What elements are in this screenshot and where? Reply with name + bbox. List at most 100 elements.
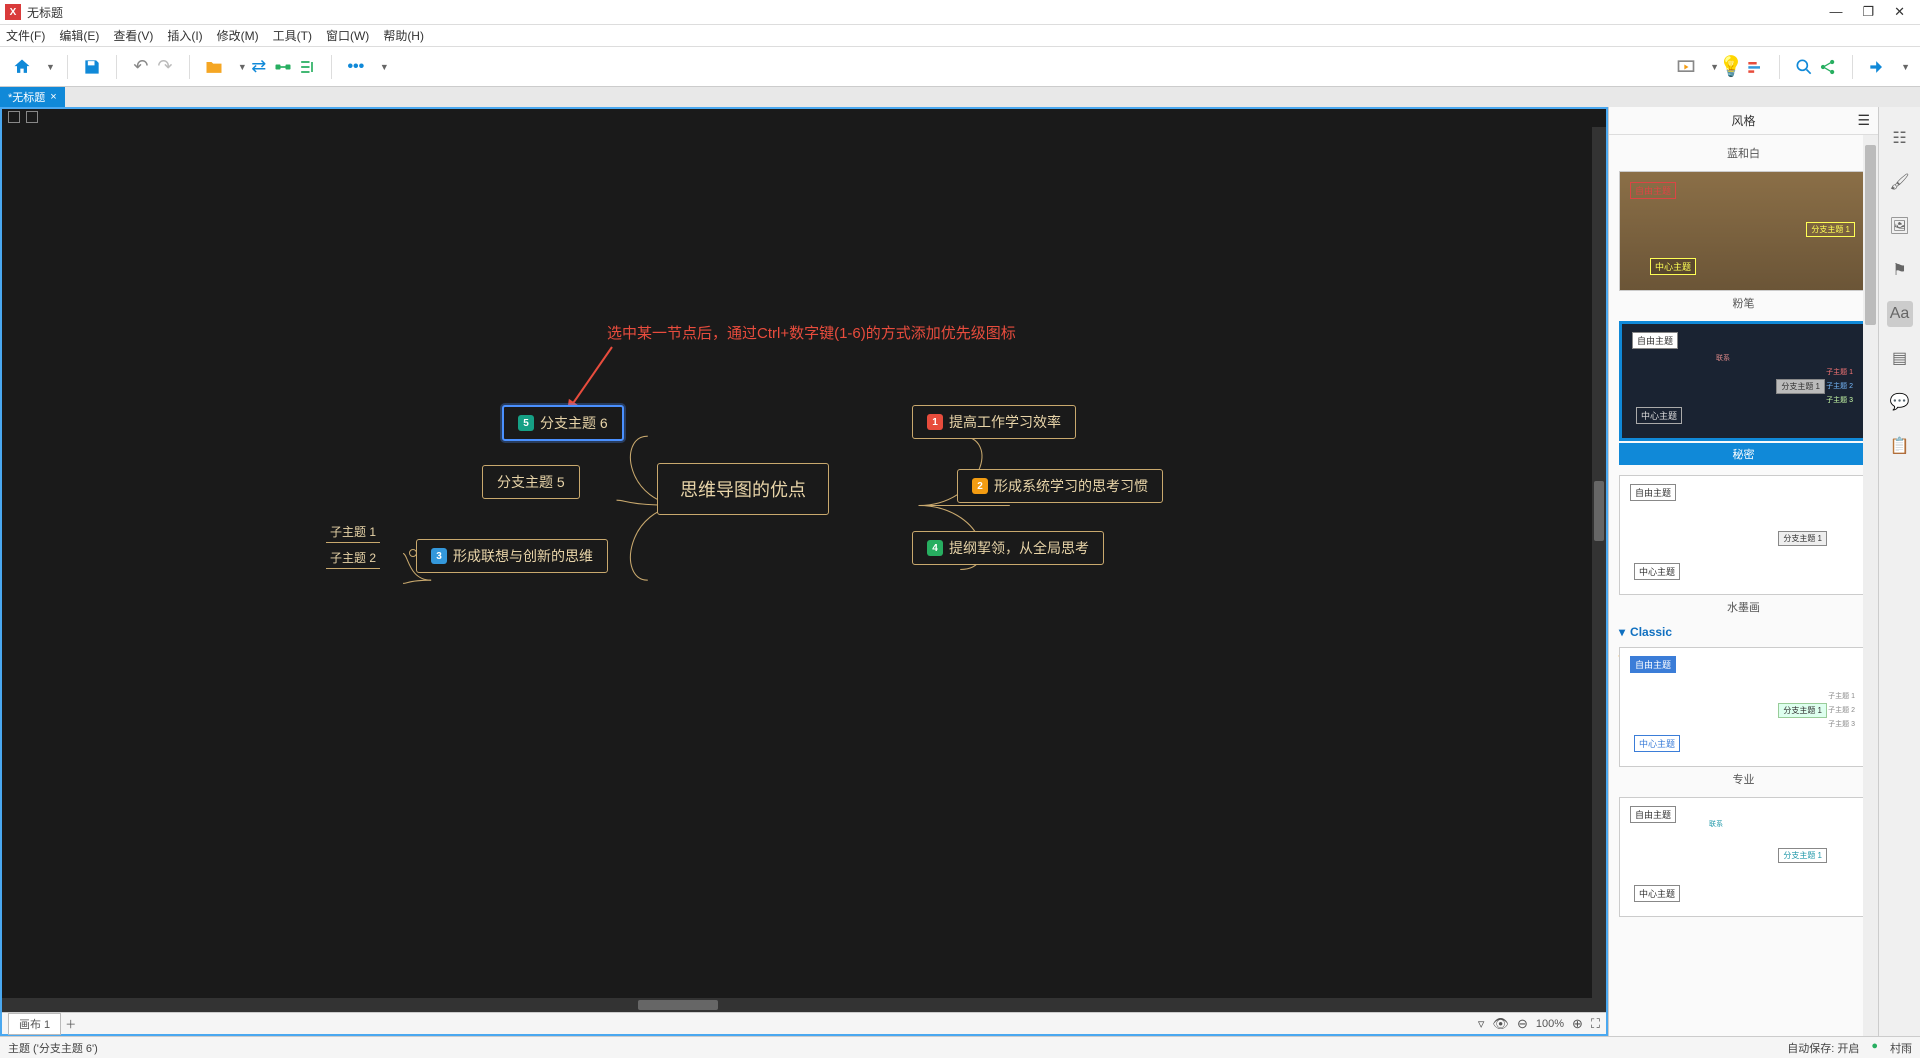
panel-scrollbar[interactable] [1863, 135, 1878, 1036]
dropdown-arrow-icon[interactable]: ▼ [238, 62, 247, 72]
dropdown-arrow-icon[interactable]: ▼ [1901, 62, 1910, 72]
style-name-secret: 秘密 [1619, 443, 1868, 465]
canvas-top-icons [2, 109, 1606, 127]
subtopic-1[interactable]: 子主题 1 [326, 521, 380, 543]
redo-icon[interactable]: ↷ [153, 55, 177, 79]
branch-label: 提高工作学习效率 [949, 412, 1061, 432]
theme-icon[interactable]: Aa [1887, 301, 1913, 327]
expand-icon[interactable] [8, 111, 20, 123]
idea-icon[interactable]: 💡 [1719, 55, 1743, 79]
priority-badge-4: 4 [927, 540, 943, 556]
canvas-scrollbar-v[interactable] [1592, 127, 1606, 1012]
menu-tools[interactable]: 工具(T) [273, 27, 312, 44]
style-thumb-professional[interactable]: 自由主题 中心主题 分支主题 1 子主题 1 子主题 2 子主题 3 [1619, 647, 1868, 767]
sheet-bar: 画布 1 ＋ ▿ 👁 ⊖ 100% ⊕ ⛶ [2, 1012, 1606, 1034]
panel-title: 风格 [1731, 112, 1755, 129]
branch-label: 形成系统学习的思考习惯 [994, 476, 1148, 496]
branch-right-1[interactable]: 1 提高工作学习效率 [912, 405, 1076, 439]
close-button[interactable]: ✕ [1894, 4, 1905, 20]
sheet-tab[interactable]: 画布 1 [8, 1013, 61, 1035]
dropdown-arrow-icon[interactable]: ▼ [46, 62, 55, 72]
menu-help[interactable]: 帮助(H) [383, 27, 424, 44]
zoom-level: 100% [1536, 1018, 1564, 1030]
marker-icon[interactable]: ⚑ [1887, 257, 1913, 283]
panel-header: 风格 ☰ [1609, 107, 1878, 135]
share-icon[interactable] [1816, 55, 1840, 79]
mindmap-canvas[interactable]: 选中某一节点后，通过Ctrl+数字键(1-6)的方式添加优先级图标 思维导图的优… [2, 127, 1606, 1012]
style-name-ink: 水墨画 [1619, 599, 1868, 615]
save-icon[interactable] [80, 55, 104, 79]
canvas-scrollbar-h[interactable] [2, 998, 1592, 1012]
menu-view[interactable]: 查看(V) [113, 27, 153, 44]
status-autosave: 自动保存: 开启 [1787, 1040, 1859, 1056]
style-name-chalk: 粉笔 [1619, 295, 1868, 311]
zoom-out-button[interactable]: ⊖ [1517, 1016, 1528, 1032]
presentation-icon[interactable] [1674, 55, 1698, 79]
filter-icon[interactable]: ▿ [1478, 1016, 1485, 1032]
notes-icon[interactable]: ▤ [1887, 345, 1913, 371]
subtopic-2[interactable]: 子主题 2 [326, 547, 380, 569]
summary-icon[interactable] [295, 55, 319, 79]
link-icon[interactable]: ⇄ [247, 55, 271, 79]
maximize-button[interactable]: ❐ [1862, 4, 1874, 20]
menu-window[interactable]: 窗口(W) [326, 27, 369, 44]
branch-left-2[interactable]: 分支主题 5 [482, 465, 580, 499]
home-icon[interactable] [10, 55, 34, 79]
side-icon-strip: ☷ 🖌 🖼 ⚑ Aa ▤ 💬 📋 [1878, 107, 1920, 1036]
priority-badge-2: 2 [972, 478, 988, 494]
panel-menu-icon[interactable]: ☰ [1857, 112, 1870, 129]
branch-left-3[interactable]: 3 形成联想与创新的思维 [416, 539, 608, 573]
add-sheet-button[interactable]: ＋ [65, 1016, 76, 1032]
chevron-down-icon: ▾ [1619, 625, 1625, 639]
priority-badge-3: 3 [431, 548, 447, 564]
document-tabs: *无标题 × [0, 87, 1920, 107]
style-name-blue-white: 蓝和白 [1619, 145, 1868, 161]
style-thumb-ink[interactable]: 自由主题 中心主题 分支主题 1 [1619, 475, 1868, 595]
folder-icon[interactable] [202, 55, 226, 79]
branch-label: 形成联想与创新的思维 [453, 546, 593, 566]
branch-label: 分支主题 6 [540, 413, 608, 433]
fit-icon[interactable]: ⛶ [1591, 1016, 1600, 1032]
menu-insert[interactable]: 插入(I) [167, 27, 202, 44]
document-tab[interactable]: *无标题 × [0, 87, 65, 107]
branch-left-1[interactable]: 5 分支主题 6 [502, 405, 624, 441]
status-indicator-icon: ● [1871, 1040, 1878, 1056]
branch-right-3[interactable]: 4 提纲挈领，从全局思考 [912, 531, 1104, 565]
undo-icon[interactable]: ↶ [129, 55, 153, 79]
zoom-in-button[interactable]: ⊕ [1572, 1016, 1583, 1032]
task-icon[interactable]: 📋 [1887, 433, 1913, 459]
tab-close-icon[interactable]: × [50, 91, 56, 103]
eye-icon[interactable]: 👁 [1492, 1016, 1509, 1032]
search-icon[interactable] [1792, 55, 1816, 79]
dropdown-arrow-icon[interactable]: ▼ [380, 62, 389, 72]
status-bar: 主题 ('分支主题 6') 自动保存: 开启 ● 村雨 [0, 1036, 1920, 1058]
minimize-button[interactable]: — [1829, 4, 1842, 20]
outline-icon[interactable]: ☷ [1887, 125, 1913, 151]
style-thumb-chalk[interactable]: 自由主题 中心主题 分支主题 1 [1619, 171, 1868, 291]
relationship-icon[interactable] [271, 55, 295, 79]
style-thumb-secret[interactable]: 自由主题 中心主题 分支主题 1 子主题 1 子主题 2 子主题 3 联系 [1619, 321, 1868, 441]
style-name-professional: 专业 [1619, 771, 1868, 787]
image-icon[interactable]: 🖼 [1887, 213, 1913, 239]
node-handle[interactable] [409, 549, 417, 557]
style-thumb-next[interactable]: 自由主题 中心主题 分支主题 1 联系 [1619, 797, 1868, 917]
branch-label: 提纲挈领，从全局思考 [949, 538, 1089, 558]
priority-badge-1: 1 [927, 414, 943, 430]
branch-label: 分支主题 5 [497, 472, 565, 492]
category-classic[interactable]: ▾ Classic [1619, 625, 1868, 639]
menu-file[interactable]: 文件(F) [6, 27, 45, 44]
style-panel: 风格 ☰ 蓝和白 自由主题 中心主题 分支主题 1 粉笔 自由主题 中心主题 分… [1608, 107, 1878, 1036]
priority-badge-5: 5 [518, 415, 534, 431]
format-icon[interactable]: 🖌 [1887, 169, 1913, 195]
menu-modify[interactable]: 修改(M) [217, 27, 259, 44]
tab-label: *无标题 [8, 89, 45, 105]
branch-right-2[interactable]: 2 形成系统学习的思考习惯 [957, 469, 1163, 503]
menu-edit[interactable]: 编辑(E) [59, 27, 99, 44]
more-icon[interactable]: ••• [344, 55, 368, 79]
gantt-icon[interactable] [1743, 55, 1767, 79]
export-icon[interactable] [1865, 55, 1889, 79]
comments-icon[interactable]: 💬 [1887, 389, 1913, 415]
collapse-icon[interactable] [26, 111, 38, 123]
center-topic[interactable]: 思维导图的优点 [657, 463, 829, 515]
canvas-container: 选中某一节点后，通过Ctrl+数字键(1-6)的方式添加优先级图标 思维导图的优… [0, 107, 1608, 1036]
